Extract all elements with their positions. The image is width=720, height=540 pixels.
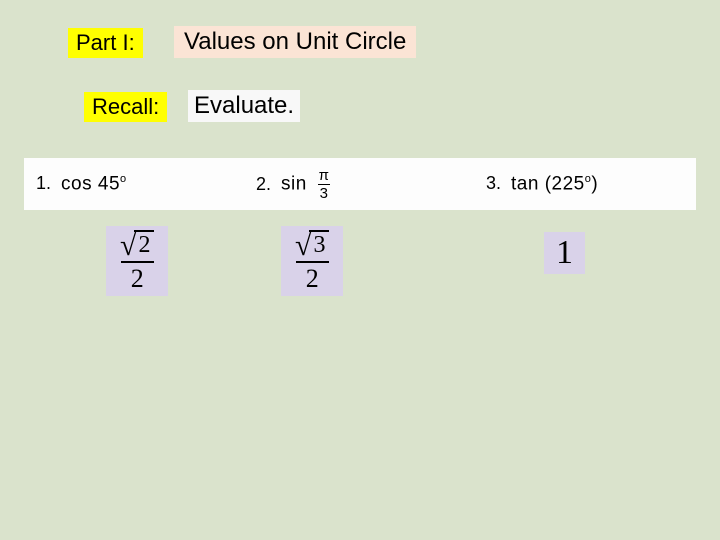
answer-2-numerator: √ 3	[291, 230, 333, 261]
instruction-text: Evaluate.	[188, 90, 300, 122]
answer-2: √ 3 2	[281, 226, 343, 296]
answer-3-value: 1	[556, 234, 573, 271]
answer-1-numerator: √ 2	[116, 230, 158, 261]
problem-3-number: 3.	[486, 173, 501, 194]
answer-1: √ 2 2	[106, 226, 168, 296]
recall-label: Recall:	[84, 92, 167, 122]
problem-1: 1. cos 45o	[36, 173, 127, 195]
problem-3-func: tan	[511, 173, 539, 194]
part-label: Part I:	[68, 28, 143, 58]
slide-title: Values on Unit Circle	[174, 26, 416, 58]
problem-1-expression: cos 45o	[61, 173, 127, 195]
fraction-denominator: 3	[318, 184, 331, 201]
answer-2-denominator: 2	[296, 261, 329, 292]
answer-2-radicand: 3	[309, 230, 329, 258]
problems-row: 1. cos 45o 2. sin π 3 3. tan (225o)	[24, 158, 696, 210]
answer-3: 1	[544, 232, 585, 274]
problem-3: 3. tan (225o)	[486, 173, 598, 195]
degree-symbol: o	[120, 173, 127, 185]
problem-3-arg-close: )	[591, 173, 598, 194]
sqrt-icon: √ 3	[295, 230, 329, 258]
problem-1-func: cos	[61, 173, 92, 194]
problem-1-arg: 45	[98, 173, 120, 194]
problem-2: 2. sin π 3	[256, 168, 331, 201]
problem-2-number: 2.	[256, 174, 271, 195]
answer-2-fraction: √ 3 2	[291, 230, 333, 292]
problem-3-arg-open: (225	[545, 173, 585, 194]
problem-2-func: sin	[281, 173, 307, 194]
sqrt-icon: √ 2	[120, 230, 154, 258]
problem-2-expression: sin π 3	[281, 168, 331, 201]
fraction-numerator: π	[317, 168, 332, 184]
answer-1-fraction: √ 2 2	[116, 230, 158, 292]
answer-1-radicand: 2	[134, 230, 154, 258]
problem-3-expression: tan (225o)	[511, 173, 598, 195]
problem-1-number: 1.	[36, 173, 51, 194]
answer-1-denominator: 2	[121, 261, 154, 292]
problem-2-fraction: π 3	[317, 168, 332, 201]
